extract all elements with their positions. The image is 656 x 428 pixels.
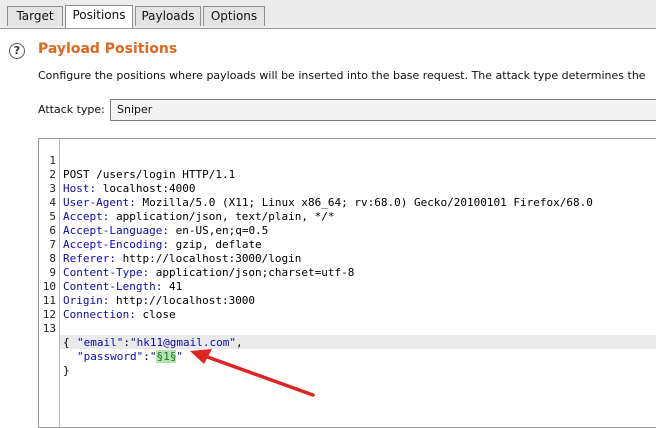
- code-line: 12: [39, 294, 656, 321]
- tab-positions-label: Positions: [72, 8, 126, 22]
- code-line: 8 Content-Type: application/json;charset…: [39, 238, 656, 279]
- help-icon[interactable]: ?: [9, 43, 25, 59]
- code-line: "email":"hk11@gmail.com",: [39, 322, 656, 349]
- code-line: 1 POST /users/login HTTP/1.1: [39, 140, 656, 181]
- attack-type-value: Sniper: [117, 103, 153, 116]
- code-line: 2 Host: localhost:4000: [39, 154, 656, 195]
- section-description: Configure the positions where payloads w…: [38, 69, 646, 82]
- code-line: 10 Origin: http://localhost:3000: [39, 266, 656, 307]
- tab-positions[interactable]: Positions: [65, 5, 133, 28]
- tab-target-label: Target: [16, 9, 54, 23]
- code-line: 6 Accept-Encoding: gzip, deflate: [39, 210, 656, 251]
- code-line: 9 Content-Length: 41: [39, 252, 656, 293]
- code-line: 5 Accept-Language: en-US,en;q=0.5: [39, 196, 656, 237]
- tab-target[interactable]: Target: [7, 6, 63, 26]
- code-line: 13 {: [39, 308, 656, 349]
- tab-options-label: Options: [210, 9, 258, 23]
- code-line: 4 Accept: application/json, text/plain, …: [39, 182, 656, 223]
- tab-options[interactable]: Options: [203, 6, 265, 26]
- code-line: 11 Connection: close: [39, 280, 656, 321]
- code-line: 7 Referer: http://localhost:3000/login: [39, 224, 656, 265]
- attack-type-label: Attack type:: [38, 103, 105, 116]
- section-title: Payload Positions: [38, 41, 178, 57]
- json-close-brace: }: [63, 364, 70, 377]
- code-line: }: [39, 350, 656, 377]
- tab-payloads[interactable]: Payloads: [135, 6, 201, 26]
- code-line: "password":"§1§": [39, 336, 656, 363]
- request-editor[interactable]: 1 POST /users/login HTTP/1.1 2 Host: loc…: [38, 138, 656, 428]
- tab-payloads-label: Payloads: [141, 9, 195, 23]
- attack-type-select[interactable]: Sniper: [110, 99, 656, 121]
- code-line: 3 User-Agent: Mozilla/5.0 (X11; Linux x8…: [39, 168, 656, 209]
- tab-bar: Target Positions Payloads Options: [0, 0, 656, 29]
